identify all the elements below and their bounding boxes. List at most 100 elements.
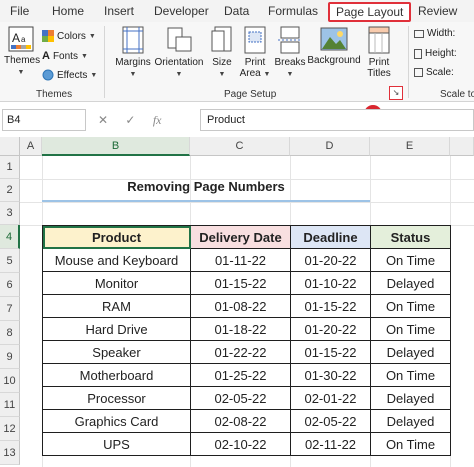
- column-header-d[interactable]: D: [290, 137, 370, 156]
- product-cell[interactable]: Hard Drive: [42, 317, 191, 341]
- print-area-button[interactable]: Print Area ▼: [238, 26, 272, 80]
- product-cell[interactable]: Mouse and Keyboard: [42, 248, 191, 272]
- row-header-8[interactable]: 8: [0, 321, 20, 345]
- tab-page-layout[interactable]: Page Layout: [328, 2, 412, 22]
- fonts-icon: A: [42, 50, 50, 62]
- cancel-icon[interactable]: ✕: [98, 113, 108, 127]
- tab-formulas[interactable]: Formulas: [268, 4, 318, 18]
- deadline-cell[interactable]: 01-30-22: [290, 363, 371, 387]
- status-cell[interactable]: Delayed: [370, 340, 451, 364]
- size-button[interactable]: Size ▼: [208, 26, 236, 80]
- deadline-cell[interactable]: 01-15-22: [290, 294, 371, 318]
- enter-icon[interactable]: ✓: [125, 113, 135, 127]
- delivery-date-cell[interactable]: 01-15-22: [190, 271, 291, 295]
- breaks-button[interactable]: Breaks ▼: [274, 26, 306, 80]
- header-delivery-date[interactable]: Delivery Date: [190, 225, 291, 249]
- status-cell[interactable]: Delayed: [370, 409, 451, 433]
- product-cell[interactable]: Motherboard: [42, 363, 191, 387]
- colors-button[interactable]: Colors ▼: [42, 30, 96, 42]
- tab-insert[interactable]: Insert: [104, 4, 134, 18]
- column-header-b[interactable]: B: [42, 137, 190, 156]
- row-header-7[interactable]: 7: [0, 297, 20, 321]
- header-deadline[interactable]: Deadline: [290, 225, 371, 249]
- page-setup-group-label: Page Setup: [224, 89, 277, 100]
- deadline-cell[interactable]: 02-01-22: [290, 386, 371, 410]
- tab-file[interactable]: File: [10, 4, 29, 18]
- table-row: Graphics Card 02-08-22 02-05-22 Delayed: [42, 409, 451, 433]
- themes-label: Themes: [4, 55, 41, 66]
- height-label: Height:: [425, 48, 457, 59]
- deadline-cell[interactable]: 01-20-22: [290, 317, 371, 341]
- tab-home[interactable]: Home: [52, 4, 84, 18]
- width-control[interactable]: Width:: [414, 28, 455, 39]
- product-cell[interactable]: UPS: [42, 432, 191, 456]
- row-header-13[interactable]: 13: [0, 441, 20, 465]
- row-header-9[interactable]: 9: [0, 345, 20, 369]
- height-control[interactable]: Height:: [414, 48, 457, 59]
- column-header-a[interactable]: A: [20, 137, 42, 156]
- orientation-button[interactable]: Orientation ▼: [154, 26, 204, 80]
- delivery-date-cell[interactable]: 01-18-22: [190, 317, 291, 341]
- tab-review[interactable]: Review: [418, 4, 457, 18]
- delivery-date-cell[interactable]: 01-08-22: [190, 294, 291, 318]
- select-all-corner[interactable]: [0, 137, 20, 156]
- effects-button[interactable]: Effects ▼: [42, 69, 97, 81]
- data-table: Product Delivery Date Deadline Status Mo…: [42, 225, 451, 456]
- title-underline: [42, 200, 370, 202]
- print-titles-button[interactable]: Print Titles: [364, 26, 394, 79]
- delivery-date-cell[interactable]: 01-11-22: [190, 248, 291, 272]
- header-product[interactable]: Product: [42, 225, 191, 249]
- background-button[interactable]: Background: [306, 26, 362, 66]
- delivery-date-cell[interactable]: 02-05-22: [190, 386, 291, 410]
- effects-label: Effects: [57, 69, 88, 81]
- scale-control[interactable]: Scale:: [414, 67, 454, 78]
- delivery-date-cell[interactable]: 02-08-22: [190, 409, 291, 433]
- status-cell[interactable]: On Time: [370, 363, 451, 387]
- tab-developer[interactable]: Developer: [154, 4, 209, 18]
- product-cell[interactable]: Processor: [42, 386, 191, 410]
- deadline-cell[interactable]: 02-11-22: [290, 432, 371, 456]
- formula-input[interactable]: Product: [200, 109, 474, 131]
- product-cell[interactable]: Monitor: [42, 271, 191, 295]
- status-cell[interactable]: On Time: [370, 432, 451, 456]
- page-setup-dialog-launcher-icon[interactable]: ↘: [389, 86, 403, 100]
- row-header-5[interactable]: 5: [0, 249, 20, 273]
- row-header-2[interactable]: 2: [0, 179, 20, 202]
- worksheet-grid[interactable]: A B C D E 1 2 3 4 5 6 7 8 9 10 11 12 13 …: [0, 137, 474, 467]
- status-cell[interactable]: Delayed: [370, 271, 451, 295]
- delivery-date-cell[interactable]: 02-10-22: [190, 432, 291, 456]
- product-cell[interactable]: Speaker: [42, 340, 191, 364]
- deadline-cell[interactable]: 01-10-22: [290, 271, 371, 295]
- deadline-cell[interactable]: 01-20-22: [290, 248, 371, 272]
- status-cell[interactable]: On Time: [370, 294, 451, 318]
- row-header-10[interactable]: 10: [0, 369, 20, 393]
- row-header-1[interactable]: 1: [0, 156, 20, 179]
- row-header-4[interactable]: 4: [0, 225, 20, 249]
- row-header-12[interactable]: 12: [0, 417, 20, 441]
- column-header-next[interactable]: [450, 137, 474, 156]
- tab-data[interactable]: Data: [224, 4, 249, 18]
- name-box[interactable]: B4: [2, 109, 86, 131]
- status-cell[interactable]: Delayed: [370, 386, 451, 410]
- deadline-cell[interactable]: 02-05-22: [290, 409, 371, 433]
- themes-button[interactable]: A a Themes ▼: [4, 26, 41, 78]
- delivery-date-cell[interactable]: 01-25-22: [190, 363, 291, 387]
- column-header-e[interactable]: E: [370, 137, 450, 156]
- header-status[interactable]: Status: [370, 225, 451, 249]
- column-header-c[interactable]: C: [190, 137, 290, 156]
- product-cell[interactable]: RAM: [42, 294, 191, 318]
- deadline-cell[interactable]: 01-15-22: [290, 340, 371, 364]
- status-cell[interactable]: On Time: [370, 248, 451, 272]
- insert-function-icon[interactable]: fx: [153, 113, 162, 127]
- fonts-button[interactable]: A Fonts ▼: [42, 50, 88, 62]
- product-cell[interactable]: Graphics Card: [42, 409, 191, 433]
- row-header-6[interactable]: 6: [0, 273, 20, 297]
- formula-bar: B4 ✕ ✓ fx Product: [0, 109, 474, 131]
- table-row: Speaker 01-22-22 01-15-22 Delayed: [42, 340, 451, 364]
- row-header-11[interactable]: 11: [0, 393, 20, 417]
- row-header-3[interactable]: 3: [0, 202, 20, 225]
- status-cell[interactable]: On Time: [370, 317, 451, 341]
- delivery-date-cell[interactable]: 01-22-22: [190, 340, 291, 364]
- margins-button[interactable]: Margins ▼: [112, 26, 154, 80]
- table-row: UPS 02-10-22 02-11-22 On Time: [42, 432, 451, 456]
